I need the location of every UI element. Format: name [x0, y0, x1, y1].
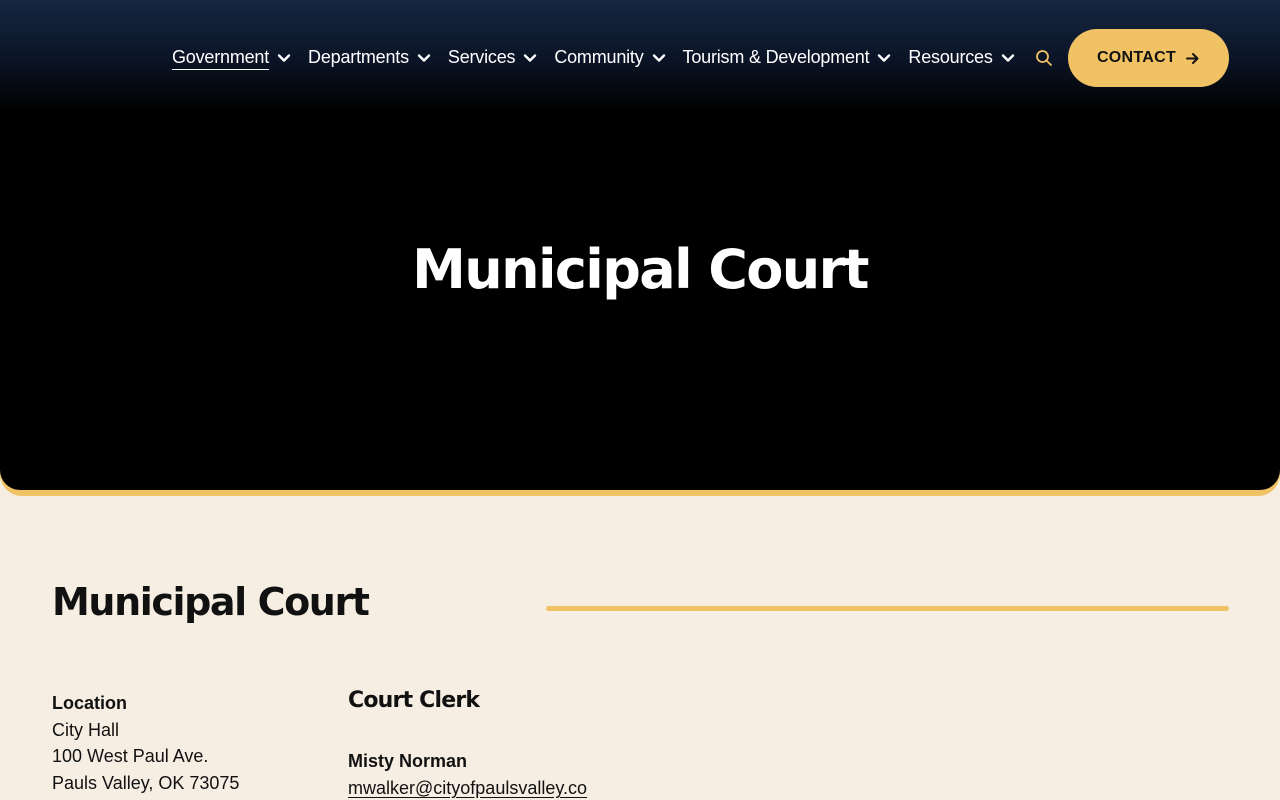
- nav-item-services[interactable]: Services: [448, 47, 537, 69]
- nav-item-government[interactable]: Government: [172, 47, 291, 70]
- nav-label: Community: [554, 47, 644, 67]
- nav-label: Departments: [308, 47, 409, 67]
- chevron-down-icon: [277, 54, 291, 62]
- location-line: 100 West Paul Ave.: [52, 746, 209, 766]
- nav-item-tourism-development[interactable]: Tourism & Development: [683, 47, 892, 69]
- contact-button[interactable]: CONTACT: [1068, 29, 1229, 87]
- chevron-down-icon: [1001, 54, 1014, 62]
- nav-item-resources[interactable]: Resources: [908, 47, 1014, 69]
- nav-label: Tourism & Development: [682, 47, 870, 67]
- main-nav: Government Departments Services Communit…: [172, 30, 1074, 86]
- nav-label: Services: [447, 47, 516, 67]
- nav-item-departments[interactable]: Departments: [308, 47, 431, 69]
- hero-banner: Government Departments Services Communit…: [0, 0, 1280, 496]
- location-heading: Location: [52, 693, 127, 713]
- hero-background: Government Departments Services Communit…: [0, 0, 1280, 490]
- page-title: Municipal Court: [412, 238, 869, 301]
- chevron-down-icon: [417, 54, 431, 62]
- chevron-down-icon: [652, 54, 665, 62]
- arrow-right-icon: [1186, 52, 1199, 64]
- nav-label: Government: [172, 47, 269, 70]
- chevron-down-icon: [878, 54, 891, 62]
- section-title: Municipal Court: [52, 580, 370, 624]
- chevron-down-icon: [524, 54, 537, 62]
- search-icon[interactable]: [1034, 48, 1054, 68]
- nav-item-community[interactable]: Community: [554, 47, 665, 69]
- court-clerk-email-link[interactable]: mwalker@cityofpaulsvalley.co: [348, 778, 587, 799]
- court-clerk-heading: Court Clerk: [348, 688, 480, 713]
- location-line: Pauls Valley, OK 73075: [52, 772, 240, 793]
- section-divider: [546, 606, 1229, 611]
- location-block: Location City Hall 100 West Paul Ave. Pa…: [52, 690, 239, 796]
- nav-label: Resources: [908, 47, 993, 67]
- contact-label: CONTACT: [1096, 49, 1177, 66]
- court-clerk-name: Misty Norman: [348, 751, 468, 771]
- location-line: City Hall: [52, 719, 120, 740]
